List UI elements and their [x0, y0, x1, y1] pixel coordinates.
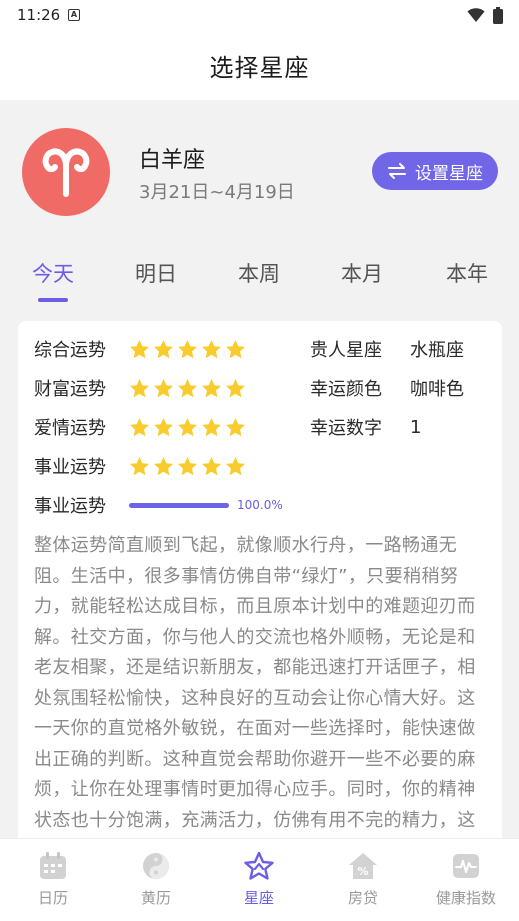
nav-label: 健康指数 — [435, 889, 496, 907]
star-rating — [129, 378, 246, 399]
fortune-row-career: 事业运势 — [34, 452, 246, 480]
star-icon — [130, 417, 149, 436]
fortune-card: 综合运势 财富运势 爱情运势 事业运势 事业运势 100.0% 贵人星座 水瓶座… — [18, 321, 502, 851]
fortune-row-overall: 综合运势 — [34, 335, 246, 363]
fortune-row-love: 爱情运势 — [34, 413, 246, 441]
info-key: 幸运数字 — [310, 418, 382, 439]
house-percent-icon: % — [349, 853, 377, 879]
heart-rate-icon — [453, 854, 479, 878]
info-key: 幸运颜色 — [310, 379, 382, 400]
star-rating — [129, 456, 246, 477]
status-bar: 11:26 A — [0, 0, 519, 30]
content-area: 白羊座 3月21日~4月19日 设置星座 今天 明日 本周 本月 本年 综合运势 — [0, 100, 519, 851]
set-sign-label: 设置星座 — [415, 163, 483, 184]
tab-month[interactable]: 本月 — [322, 258, 402, 288]
wifi-icon — [467, 8, 485, 22]
page-title: 选择星座 — [209, 53, 310, 82]
svg-text:%: % — [357, 865, 368, 878]
star-icon — [130, 456, 149, 475]
star-icon — [130, 339, 149, 358]
tab-week[interactable]: 本周 — [219, 258, 299, 288]
period-tabs: 今天 明日 本周 本月 本年 — [0, 258, 519, 304]
info-value: 咖啡色 — [410, 379, 464, 400]
progress-percent: 100.0% — [237, 498, 283, 512]
star-icon — [202, 339, 221, 358]
info-value: 1 — [410, 416, 422, 438]
star-icon — [202, 456, 221, 475]
battery-icon — [493, 7, 503, 24]
star-icon — [226, 456, 245, 475]
career-progress-bar — [129, 502, 229, 508]
star-icon — [178, 339, 197, 358]
status-time: 11:26 — [17, 6, 61, 24]
fortune-label: 爱情运势 — [34, 418, 106, 439]
sign-name: 白羊座 — [139, 148, 206, 173]
fortune-row-wealth: 财富运势 — [34, 374, 246, 402]
info-value: 水瓶座 — [410, 340, 464, 361]
nav-almanac[interactable]: 黄历 — [106, 851, 206, 908]
star-icon — [226, 378, 245, 397]
star-icon — [178, 417, 197, 436]
nav-calendar[interactable]: 日历 — [3, 851, 103, 908]
star-icon — [130, 378, 149, 397]
nav-label: 房贷 — [347, 889, 378, 907]
fortune-description: 整体运势简直顺到飞起，就像顺水行舟，一路畅通无阻。生活中，很多事情仿佛自带“绿灯… — [34, 535, 476, 851]
aries-icon — [22, 128, 110, 216]
star-icon — [154, 417, 173, 436]
sign-date-range: 3月21日~4月19日 — [139, 182, 295, 203]
nav-mortgage[interactable]: % 房贷 — [313, 851, 413, 908]
fortune-label: 事业运势 — [34, 457, 106, 478]
star-icon — [244, 851, 274, 880]
star-rating — [129, 417, 246, 438]
calendar-icon — [40, 852, 66, 879]
nav-zodiac[interactable]: 星座 — [209, 851, 309, 908]
nav-label: 黄历 — [140, 889, 171, 907]
star-icon — [178, 456, 197, 475]
nav-label: 日历 — [37, 889, 68, 907]
star-icon — [154, 378, 173, 397]
title-bar: 选择星座 — [0, 30, 519, 100]
tab-tomorrow[interactable]: 明日 — [116, 258, 196, 288]
swap-icon — [388, 163, 406, 179]
fortune-label: 财富运势 — [34, 379, 106, 400]
tab-year[interactable]: 本年 — [427, 258, 507, 288]
fortune-label: 综合运势 — [34, 340, 106, 361]
progress-label: 事业运势 — [34, 496, 106, 517]
info-lucky-number: 幸运数字 1 — [310, 413, 421, 441]
nav-health-index[interactable]: 健康指数 — [416, 851, 516, 908]
info-key: 贵人星座 — [310, 340, 382, 361]
star-icon — [178, 378, 197, 397]
set-sign-button[interactable]: 设置星座 — [372, 152, 498, 190]
info-lucky-color: 幸运颜色 咖啡色 — [310, 374, 464, 402]
status-icons — [467, 7, 503, 24]
star-icon — [154, 339, 173, 358]
star-icon — [202, 417, 221, 436]
fortune-row-progress: 事业运势 100.0% — [34, 491, 283, 519]
star-icon — [154, 456, 173, 475]
star-icon — [226, 339, 245, 358]
tab-today[interactable]: 今天 — [13, 258, 93, 288]
star-rating — [129, 339, 246, 360]
info-noble-sign: 贵人星座 水瓶座 — [310, 335, 464, 363]
star-icon — [226, 417, 245, 436]
tab-active-indicator — [38, 298, 68, 302]
notification-a-icon: A — [68, 9, 80, 21]
star-icon — [202, 378, 221, 397]
nav-label: 星座 — [243, 889, 274, 907]
yin-yang-icon — [143, 853, 169, 879]
bottom-nav: 日历 黄历 星座 % 房贷 健康指数 — [0, 838, 519, 921]
screen: 11:26 A 选择星座 白羊座 3月21日~4月19日 设置星座 今天 明日 … — [0, 0, 519, 921]
